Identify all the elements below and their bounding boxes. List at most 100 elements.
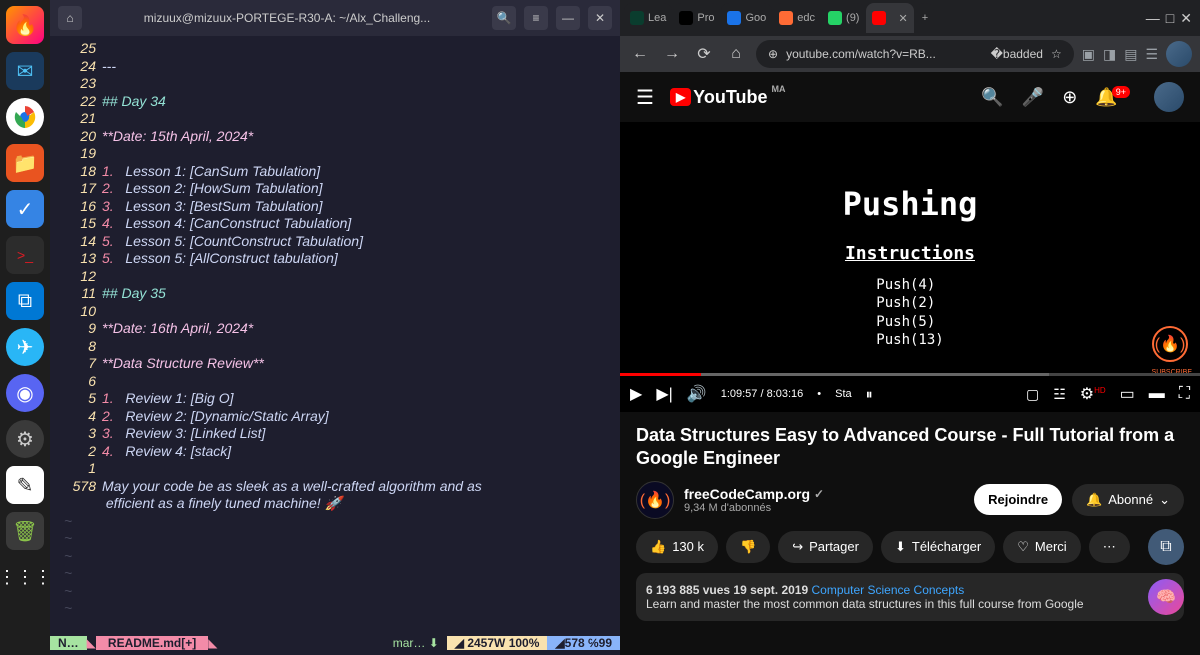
slide-code: Push(4)Push(2)Push(5)Push(13) [876, 276, 943, 349]
browser-tab[interactable]: Goo [721, 3, 772, 33]
close-button[interactable]: ✕ [588, 6, 612, 30]
ai-fab[interactable]: 🧠 [1148, 579, 1184, 615]
dock-vscode[interactable]: ⧉ [6, 282, 44, 320]
slide-title: Pushing [843, 185, 978, 223]
theater-button[interactable]: ▬ [1149, 385, 1165, 403]
time-display: 1:09:57 / 8:03:16 [721, 388, 804, 400]
site-info-icon[interactable]: ⊕ [768, 47, 778, 61]
ubuntu-dock: 🔥 ✉ 📁 ✓ >_ ⧉ ✈ ◉ ⚙ ✎ 🗑 ⋮⋮⋮ [0, 0, 50, 655]
terminal-titlebar[interactable]: ⌂ mizuux@mizuux-PORTEGE-R30-A: ~/Alx_Cha… [50, 0, 620, 36]
browser-tab[interactable]: Pro [673, 3, 720, 33]
new-tab-button[interactable]: + [916, 3, 934, 33]
search-icon[interactable]: 🔍 [981, 87, 1003, 108]
window-close[interactable]: ✕ [1180, 10, 1192, 27]
notifications-icon[interactable]: 🔔9+ [1095, 87, 1136, 108]
separator: ◣ [87, 636, 96, 650]
channel-watermark[interactable]: (🔥) [1152, 326, 1188, 362]
video-title: Data Structures Easy to Advanced Course … [636, 424, 1184, 471]
create-icon[interactable]: ⊕ [1062, 87, 1077, 108]
channel-avatar[interactable]: (🔥) [636, 481, 674, 519]
bookmark-icon[interactable]: ☆ [1051, 47, 1062, 61]
terminal-title: mizuux@mizuux-PORTEGE-R30-A: ~/Alx_Chall… [90, 11, 484, 25]
home-button[interactable]: ⌂ [58, 6, 82, 30]
video-player[interactable]: Pushing Instructions Push(4)Push(2)Push(… [620, 122, 1200, 412]
play-button[interactable]: ▶ [630, 384, 642, 404]
reading-icon[interactable]: ☰ [1145, 46, 1158, 63]
subscriber-count: 9,34 M d'abonnés [684, 502, 964, 514]
extension-icon[interactable]: ▣ [1082, 46, 1095, 63]
dock-todo[interactable]: ✓ [6, 190, 44, 228]
dock-terminal[interactable]: >_ [6, 236, 44, 274]
settings-button[interactable]: ⚙HD [1080, 384, 1106, 404]
dock-settings[interactable]: ⚙ [6, 420, 44, 458]
action-row: 👍 130 k 👎 ↪ Partager ⬇ Télécharger ♡ Mer… [636, 531, 1184, 563]
copy-fab[interactable]: ⧉ [1148, 529, 1184, 565]
fullscreen-button[interactable]: ⛶ [1179, 385, 1190, 403]
terminal-window: ⌂ mizuux@mizuux-PORTEGE-R30-A: ~/Alx_Cha… [50, 0, 620, 655]
dock-firefox[interactable]: 🔥 [6, 6, 44, 44]
url-text: youtube.com/watch?v=RB... [786, 47, 936, 61]
share-button[interactable]: ↪ Partager [778, 531, 873, 563]
translate-icon[interactable]: �badded [991, 47, 1043, 61]
dislike-button[interactable]: 👎 [726, 531, 770, 563]
vim-editor[interactable]: 2524---2322## Day 342120**Date: 15th Apr… [50, 36, 620, 631]
back-button[interactable]: ← [628, 45, 652, 63]
reload-button[interactable]: ⟳ [692, 44, 716, 64]
address-bar[interactable]: ⊕ youtube.com/watch?v=RB... �badded ☆ [756, 40, 1074, 68]
browser-tab[interactable]: ✕ [866, 3, 913, 33]
dock-trash[interactable]: 🗑 [6, 512, 44, 550]
youtube-logo[interactable]: ▶YouTubeMA [670, 87, 784, 108]
search-button[interactable]: 🔍 [492, 6, 516, 30]
cast-icon[interactable]: ◨ [1103, 46, 1116, 63]
download-button[interactable]: ⬇ Télécharger [881, 531, 995, 563]
description-text: Learn and master the most common data st… [646, 597, 1084, 611]
window-maximize[interactable]: □ [1166, 10, 1174, 27]
browser-tab[interactable]: Lea [624, 3, 672, 33]
subscribed-button[interactable]: 🔔 Abonné ⌄ [1072, 484, 1184, 516]
dock-files[interactable]: 📁 [6, 144, 44, 182]
next-button[interactable]: ▶| [656, 384, 672, 404]
browser-tab[interactable]: edc [773, 3, 821, 33]
voice-search-icon[interactable]: 🎤 [1022, 87, 1044, 108]
home-button[interactable]: ⌂ [724, 45, 748, 63]
more-button[interactable]: ⋯ [1089, 531, 1130, 563]
stable-volume[interactable]: Sta [835, 388, 852, 400]
cursor-pos: ◢578 ℅99 [547, 636, 620, 650]
dock-discord[interactable]: ◉ [6, 374, 44, 412]
player-controls: ▶ ▶| 🔊 1:09:57 / 8:03:16 • Sta ⏸ ▢ ☳ ⚙HD… [620, 376, 1200, 412]
separator: ◣ [208, 636, 217, 650]
minimize-button[interactable]: — [556, 6, 580, 30]
profile-avatar[interactable] [1166, 41, 1192, 67]
dock-telegram[interactable]: ✈ [6, 328, 44, 366]
chrome-tabstrip: LeaProGooedc(9)✕ + — □ ✕ [620, 0, 1200, 36]
slide-subtitle: Instructions [845, 243, 975, 264]
browser-tab[interactable]: (9) [822, 3, 865, 33]
dock-apps[interactable]: ⋮⋮⋮ [6, 558, 44, 596]
volume-button[interactable]: 🔊 [687, 384, 707, 404]
git-branch: mar… ⬇ [385, 636, 447, 650]
dock-chrome[interactable] [6, 98, 44, 136]
hamburger-icon[interactable]: ☰ [636, 85, 654, 110]
window-minimize[interactable]: — [1146, 10, 1160, 27]
topic-link[interactable]: Computer Science Concepts [811, 583, 964, 597]
youtube-header: ☰ ▶YouTubeMA 🔍 🎤 ⊕ 🔔9+ [620, 72, 1200, 122]
dock-thunderbird[interactable]: ✉ [6, 52, 44, 90]
video-metadata: Data Structures Easy to Advanced Course … [620, 412, 1200, 633]
autoplay-toggle[interactable]: ▢ [1026, 386, 1039, 403]
dock-notes[interactable]: ✎ [6, 466, 44, 504]
user-avatar[interactable] [1154, 82, 1184, 112]
channel-name[interactable]: freeCodeCamp.org✓ [684, 486, 964, 502]
like-button[interactable]: 👍 130 k [636, 531, 718, 563]
menu-button[interactable]: ≡ [524, 6, 548, 30]
chrome-window: LeaProGooedc(9)✕ + — □ ✕ ← → ⟳ ⌂ ⊕ youtu… [620, 0, 1200, 655]
vim-filename: README.md[+] [96, 636, 208, 650]
join-button[interactable]: Rejoindre [974, 484, 1062, 515]
stable-toggle[interactable]: ⏸ [866, 386, 873, 403]
sidepanel-icon[interactable]: ▤ [1124, 46, 1137, 63]
thanks-button[interactable]: ♡ Merci [1003, 531, 1080, 563]
miniplayer-button[interactable]: ▭ [1120, 384, 1135, 404]
captions-button[interactable]: ☳ [1053, 386, 1066, 403]
forward-button[interactable]: → [660, 45, 684, 63]
description-box[interactable]: 6 193 885 vues 19 sept. 2019 Computer Sc… [636, 573, 1184, 621]
vim-mode: N… [50, 636, 87, 650]
